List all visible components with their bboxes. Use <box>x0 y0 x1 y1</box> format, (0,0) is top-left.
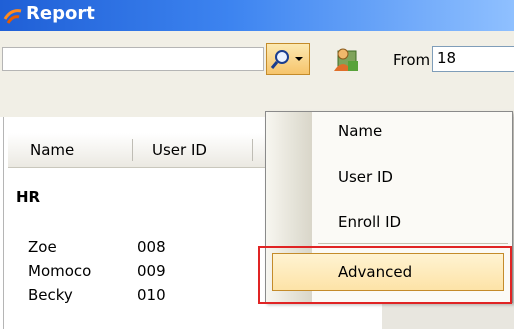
highlight-box <box>258 246 512 304</box>
toolbar <box>0 31 514 117</box>
column-header-name[interactable]: Name <box>30 141 74 159</box>
row-user-id[interactable]: 010 <box>137 286 166 304</box>
column-divider[interactable] <box>252 139 253 161</box>
search-icon <box>270 50 289 69</box>
column-divider[interactable] <box>132 139 133 161</box>
app-logo-icon <box>3 9 22 24</box>
row-user-id[interactable]: 009 <box>137 262 166 280</box>
panel-border <box>3 117 4 329</box>
menu-separator <box>318 243 508 244</box>
menu-item-user-id[interactable]: User ID <box>338 168 393 186</box>
row-user-id[interactable]: 008 <box>137 238 166 256</box>
menu-item-enroll-id[interactable]: Enroll ID <box>338 213 401 231</box>
from-date-input[interactable]: 18 <box>432 46 514 72</box>
group-header: HR <box>16 188 41 206</box>
chevron-down-icon <box>295 57 303 61</box>
add-user-icon[interactable] <box>330 45 360 73</box>
search-input[interactable] <box>2 47 264 71</box>
column-header-user-id[interactable]: User ID <box>152 141 207 159</box>
row-name[interactable]: Zoe <box>28 238 57 256</box>
from-label: From <box>393 51 431 69</box>
row-name[interactable]: Becky <box>28 286 73 304</box>
window-title: Report <box>26 3 95 24</box>
row-name[interactable]: Momoco <box>28 262 91 280</box>
title-bar: Report <box>0 0 514 31</box>
search-dropdown-button[interactable] <box>266 43 310 75</box>
menu-item-name[interactable]: Name <box>338 122 382 140</box>
